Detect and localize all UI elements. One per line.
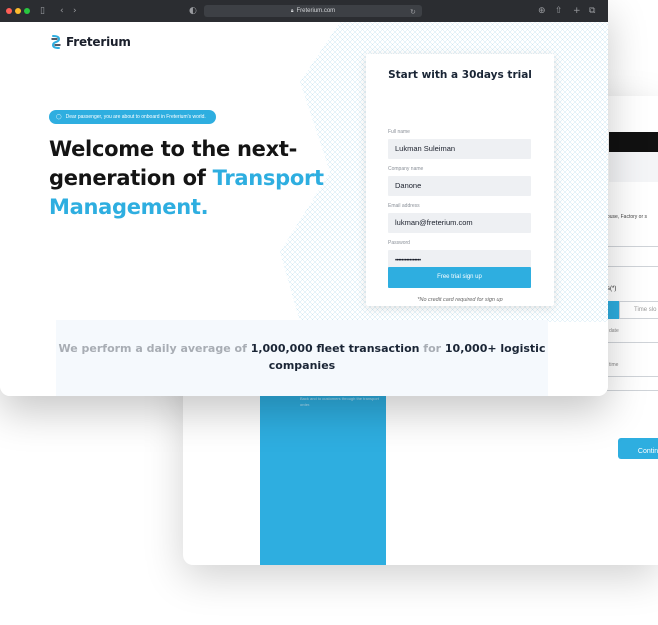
divider — [607, 390, 658, 391]
stats-banner: We perform a daily average of 1,000,000 … — [56, 320, 548, 396]
back-arrow-icon[interactable]: ‹ — [60, 5, 64, 17]
lock-icon: 🔒︎ — [290, 8, 294, 14]
privacy-shield-icon[interactable]: ◐ — [189, 5, 197, 17]
brand-name: Freterium — [66, 35, 131, 49]
maximize-window-button[interactable] — [24, 8, 30, 14]
share-icon[interactable]: ⇧ — [555, 5, 563, 17]
address-bar[interactable]: 🔒︎ Freterium.com — [204, 5, 422, 17]
onboarding-pill: ◯ Dear passenger, you are about to onboa… — [49, 110, 216, 124]
forward-arrow-icon[interactable]: › — [73, 5, 77, 17]
no-credit-card-note: *No credit card required for sign up — [417, 297, 503, 303]
close-window-button[interactable] — [6, 8, 12, 14]
password-value: •••••••••••••••• — [395, 258, 421, 264]
back-window-side-panel — [260, 386, 386, 565]
url-text: Freterium.com — [296, 8, 336, 14]
email-field[interactable]: lukman@freterium.com — [388, 213, 531, 233]
stats-bold-1: 1,000,000 fleet transaction — [250, 342, 420, 355]
back-window-panel-text: Back and to customers through the transp… — [300, 396, 379, 407]
page-headline: Welcome to the next-generation of Transp… — [49, 135, 339, 222]
tab-overview-icon[interactable]: ⧉ — [589, 5, 595, 17]
company-name-label: Company name — [388, 166, 424, 172]
time-field-underline[interactable] — [607, 376, 658, 377]
company-name-field[interactable]: Danone — [388, 176, 531, 196]
freterium-logo-icon — [51, 35, 61, 49]
sidebar-toggle-icon[interactable]: ▯ — [40, 5, 45, 17]
back-window-date-label: date — [609, 328, 619, 334]
stats-muted-2: for — [419, 342, 445, 355]
divider — [607, 246, 658, 247]
stats-text: We perform a daily average of 1,000,000 … — [56, 340, 548, 374]
date-field-underline[interactable] — [607, 342, 658, 343]
back-window-header-bar — [609, 132, 658, 152]
password-label: Password — [388, 240, 410, 246]
signup-title: Start with a 30days trial — [388, 69, 532, 81]
divider — [607, 266, 658, 267]
back-window-hint: ouse, Factory or s — [607, 214, 648, 220]
back-window-subheader-bar — [609, 152, 658, 182]
continue-button[interactable]: Continu — [618, 438, 658, 459]
full-name-field[interactable]: Lukman Suleiman — [388, 139, 531, 159]
reload-icon[interactable]: ↻ — [410, 6, 416, 18]
full-name-label: Full name — [388, 129, 410, 135]
minimize-window-button[interactable] — [15, 8, 21, 14]
back-window-field-label: s(*) — [607, 286, 617, 292]
stats-muted-1: We perform a daily average of — [58, 342, 251, 355]
browser-titlebar: ▯ ‹ › ◐ 🔒︎ Freterium.com ↻ ⊕ ⇧ + ⧉ — [0, 0, 608, 22]
freterium-logo[interactable]: Freterium — [50, 34, 131, 50]
back-window-tab-time-slot[interactable]: Time slo — [619, 301, 658, 319]
email-label: Email address — [388, 203, 420, 209]
back-window-tab-active[interactable] — [607, 301, 619, 319]
new-tab-icon[interactable]: + — [573, 5, 581, 17]
pill-text: Dear passenger, you are about to onboard… — [65, 114, 206, 120]
info-icon: ◯ — [56, 114, 62, 120]
download-icon[interactable]: ⊕ — [538, 5, 546, 17]
landing-page: Freterium ◯ Dear passenger, you are abou… — [0, 22, 608, 396]
tab-label: Time slo — [634, 307, 657, 313]
free-trial-signup-button[interactable]: Free trial sign up — [388, 267, 531, 288]
browser-window: ▯ ‹ › ◐ 🔒︎ Freterium.com ↻ ⊕ ⇧ + ⧉ Frete… — [0, 0, 608, 396]
signup-card: Start with a 30days trial Full name Lukm… — [366, 54, 554, 306]
back-window-time-label: time — [609, 362, 619, 368]
